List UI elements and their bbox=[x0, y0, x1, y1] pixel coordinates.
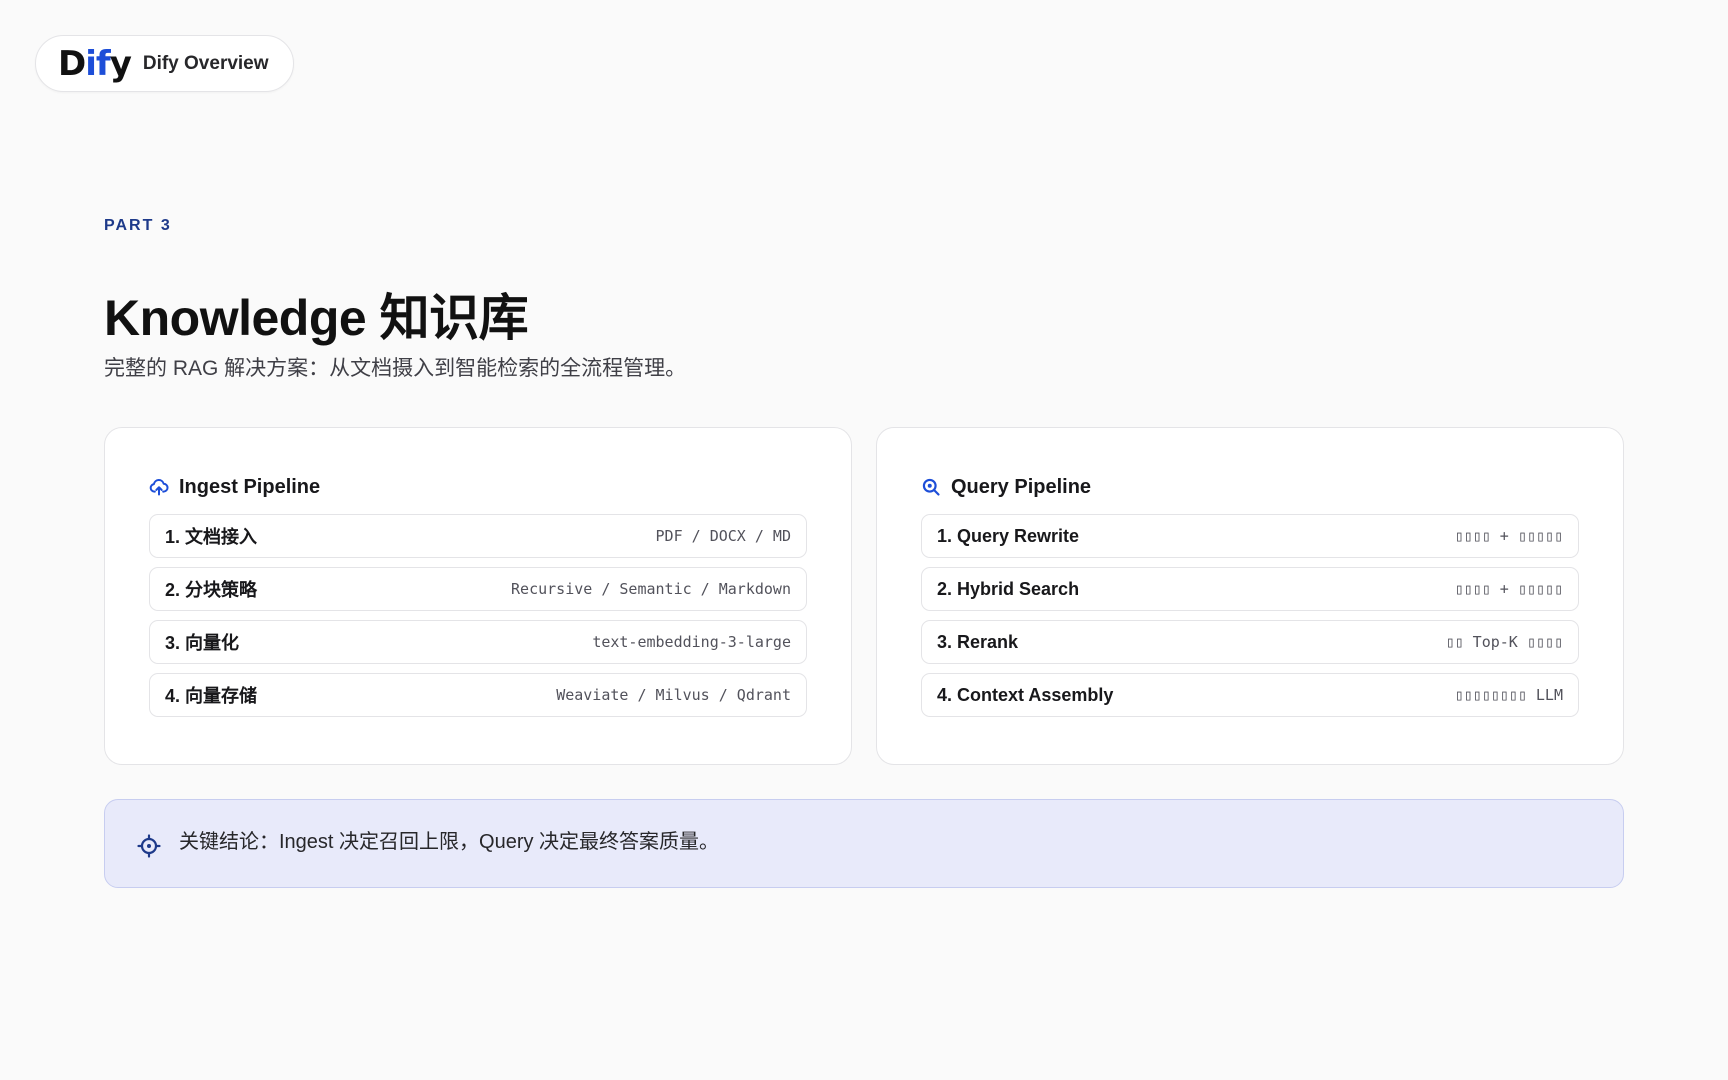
query-card-header: Query Pipeline bbox=[921, 474, 1579, 500]
ingest-card-title: Ingest Pipeline bbox=[179, 475, 321, 498]
pipeline-cards: Ingest Pipeline 1. 文档接入 PDF / DOCX / MD … bbox=[104, 427, 1624, 765]
query-step: 2. Hybrid Search ▯▯▯▯ + ▯▯▯▯▯ bbox=[921, 567, 1579, 611]
conclusion-callout: 关键结论：Ingest 决定召回上限，Query 决定最终答案质量。 bbox=[104, 799, 1624, 888]
conclusion-text: 关键结论：Ingest 决定召回上限，Query 决定最终答案质量。 bbox=[179, 831, 720, 853]
query-step: 1. Query Rewrite ▯▯▯▯ + ▯▯▯▯▯ bbox=[921, 514, 1579, 558]
page-title: Knowledge 知识库 bbox=[104, 290, 529, 346]
step-label: 2. 分块策略 bbox=[165, 580, 258, 600]
step-label: 3. 向量化 bbox=[165, 633, 240, 653]
search-zoom-icon bbox=[921, 477, 941, 497]
crosshair-icon bbox=[137, 834, 161, 863]
step-label: 1. 文档接入 bbox=[165, 527, 258, 547]
ingest-step: 1. 文档接入 PDF / DOCX / MD bbox=[149, 514, 807, 558]
page-subtitle: 完整的 RAG 解决方案：从文档摄入到智能检索的全流程管理。 bbox=[104, 357, 687, 380]
step-detail: Recursive / Semantic / Markdown bbox=[511, 580, 791, 598]
step-detail: text-embedding-3-large bbox=[592, 633, 791, 651]
ingest-pipeline-card: Ingest Pipeline 1. 文档接入 PDF / DOCX / MD … bbox=[104, 427, 852, 765]
step-label: 4. 向量存储 bbox=[165, 686, 258, 706]
step-detail: ▯▯▯▯ + ▯▯▯▯▯ bbox=[1454, 580, 1563, 598]
ingest-step: 4. 向量存储 Weaviate / Milvus / Qdrant bbox=[149, 673, 807, 717]
step-detail: PDF / DOCX / MD bbox=[655, 527, 791, 545]
query-step: 3. Rerank ▯▯ Top-K ▯▯▯▯ bbox=[921, 620, 1579, 664]
cloud-upload-icon bbox=[149, 477, 169, 497]
step-detail: ▯▯▯▯ + ▯▯▯▯▯ bbox=[1454, 527, 1563, 545]
ingest-step: 3. 向量化 text-embedding-3-large bbox=[149, 620, 807, 664]
step-detail: Weaviate / Milvus / Qdrant bbox=[556, 686, 791, 704]
step-label: 4. Context Assembly bbox=[937, 684, 1114, 705]
brand-pill[interactable]: Dif y Dify Overview bbox=[35, 35, 294, 92]
logo-accent: if bbox=[85, 43, 110, 84]
step-label: 2. Hybrid Search bbox=[937, 578, 1080, 599]
step-label: 3. Rerank bbox=[937, 631, 1019, 652]
brand-name: Dify Overview bbox=[142, 52, 269, 74]
logo-suffix: y bbox=[109, 43, 132, 84]
slide: Dif y Dify Overview PART 3 Knowledge 知识库 … bbox=[0, 0, 1728, 1080]
step-detail: ▯▯ Top-K ▯▯▯▯ bbox=[1445, 633, 1563, 651]
query-pipeline-card: Query Pipeline 1. Query Rewrite ▯▯▯▯ + ▯… bbox=[876, 427, 1624, 765]
step-detail: ▯▯▯▯▯▯▯▯ LLM bbox=[1454, 686, 1563, 704]
logo-prefix: D bbox=[58, 43, 86, 84]
ingest-step: 2. 分块策略 Recursive / Semantic / Markdown bbox=[149, 567, 807, 611]
step-label: 1. Query Rewrite bbox=[937, 525, 1080, 546]
dify-logo: Dif y bbox=[58, 43, 132, 84]
query-card-title: Query Pipeline bbox=[951, 475, 1092, 498]
section-label: PART 3 bbox=[104, 217, 172, 234]
ingest-card-header: Ingest Pipeline bbox=[149, 474, 807, 500]
query-step: 4. Context Assembly ▯▯▯▯▯▯▯▯ LLM bbox=[921, 673, 1579, 717]
